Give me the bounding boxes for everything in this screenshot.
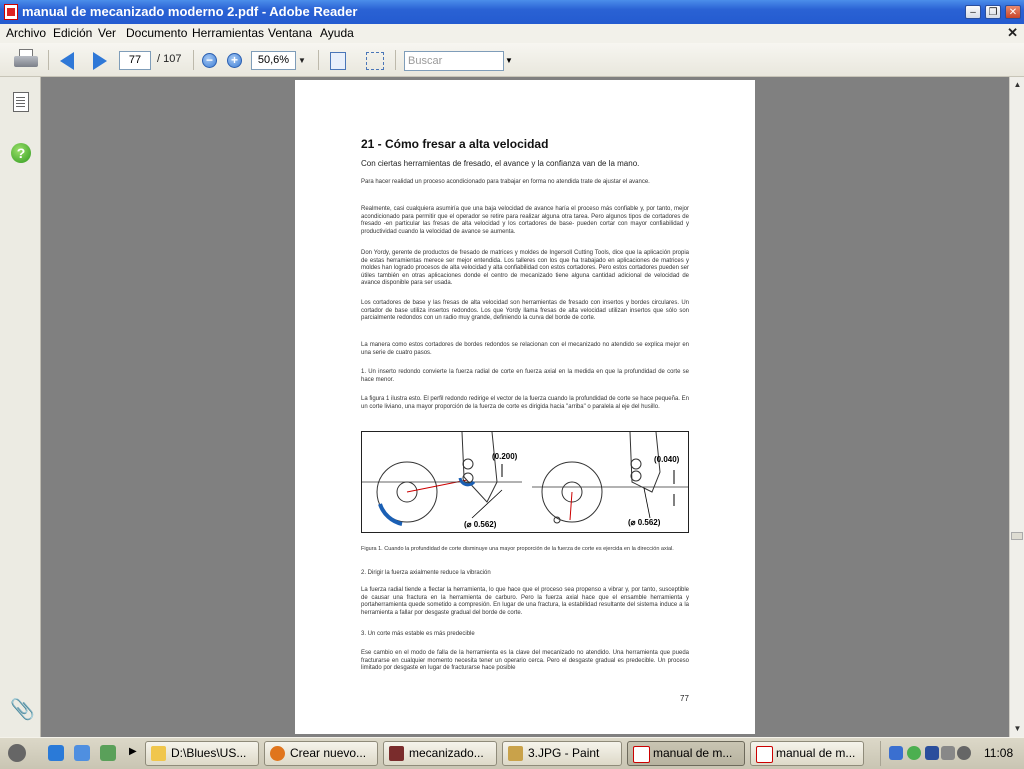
clock: 11:08 [984, 746, 1014, 760]
vertical-scrollbar[interactable]: ▲ ▼ [1009, 77, 1024, 737]
paragraph: 1. Un inserto redondo convierte la fuerz… [361, 369, 689, 383]
folder-icon [151, 746, 166, 761]
quicklaunch-expand-icon[interactable]: ▶ [129, 746, 137, 757]
help-icon[interactable]: ? [11, 143, 31, 163]
pdf-icon [633, 746, 650, 763]
menu-bar: Archivo Edición Ver Documento Herramient… [0, 24, 1024, 44]
messenger-icon[interactable] [100, 745, 116, 761]
scroll-up-icon[interactable]: ▲ [1011, 78, 1024, 92]
menu-herramientas[interactable]: Herramientas [192, 26, 264, 40]
paragraph: La fuerza radial tiende a flectar la her… [361, 587, 689, 616]
toolbar-separator [193, 50, 194, 70]
navigation-panel: ? 📎 [0, 77, 41, 737]
zoom-in-icon[interactable]: + [227, 53, 242, 68]
figure-label: (⌀ 0.562) [464, 520, 497, 529]
paragraph: Para hacer realidad un proceso acondicio… [361, 179, 650, 185]
figure-label: (⌀ 0.562) [628, 518, 661, 527]
taskbar-item[interactable]: manual de m... [750, 741, 864, 766]
page-title: 21 - Cómo fresar a alta velocidad [361, 137, 549, 151]
menu-ver[interactable]: Ver [98, 26, 116, 40]
fit-page-icon[interactable] [330, 52, 346, 70]
window-title: manual de mecanizado moderno 2.pdf - Ado… [22, 4, 358, 19]
paint-icon [508, 746, 523, 761]
menu-ayuda[interactable]: Ayuda [320, 26, 354, 40]
document-area[interactable]: 21 - Cómo fresar a alta velocidad Con ci… [41, 77, 1009, 737]
paragraph: Los cortadores de base y las fresas de a… [361, 300, 689, 321]
page-number-input[interactable]: 77 [119, 51, 151, 70]
network-icon[interactable] [889, 746, 903, 760]
taskbar: ▶ D:\Blues\US... Crear nuevo... mecaniza… [0, 737, 1024, 769]
paragraph: La figura 1 ilustra esto. El perfil redo… [361, 396, 689, 410]
pdf-icon [756, 746, 773, 763]
fit-width-icon[interactable] [366, 52, 384, 70]
figure-drawing: (0.200) (⌀ 0.562) (0.040) (⌀ 0.562) [362, 432, 688, 529]
taskbar-item[interactable]: 3.JPG - Paint [502, 741, 622, 766]
paragraph: Realmente, casi cualquiera asumiría que … [361, 206, 689, 235]
search-dropdown-icon[interactable]: ▼ [504, 51, 514, 71]
toolbar: 77 / 107 − + 50,6% ▼ Buscar ▼ [0, 43, 1024, 77]
pdf-page: 21 - Cómo fresar a alta velocidad Con ci… [295, 80, 755, 734]
next-page-icon[interactable] [93, 52, 107, 70]
page-total-label: / 107 [157, 53, 182, 65]
pages-icon[interactable] [13, 92, 29, 112]
page-subtitle: Con ciertas herramientas de fresado, el … [361, 159, 640, 168]
toolbar-separator [48, 50, 49, 70]
adobe-reader-icon [4, 4, 18, 20]
zoom-out-icon[interactable]: − [202, 53, 217, 68]
title-bar: manual de mecanizado moderno 2.pdf - Ado… [0, 0, 1024, 24]
winrar-icon [389, 746, 404, 761]
taskbar-item[interactable]: mecanizado... [383, 741, 497, 766]
paragraph: La manera como estos cortadores de borde… [361, 342, 689, 356]
menu-ventana[interactable]: Ventana [268, 26, 312, 40]
search-input[interactable]: Buscar [404, 51, 504, 71]
attachment-icon[interactable]: 📎 [10, 697, 35, 722]
messenger-tray-icon[interactable] [907, 746, 921, 760]
paragraph: Ese cambio en el modo de falla de la her… [361, 650, 689, 671]
quicklaunch-icon[interactable] [74, 745, 90, 761]
scroll-down-icon[interactable]: ▼ [1011, 722, 1024, 736]
menu-documento[interactable]: Documento [126, 26, 187, 40]
menu-edicion[interactable]: Edición [53, 26, 92, 40]
volume-icon[interactable] [941, 746, 955, 760]
zoom-dropdown-icon[interactable]: ▼ [296, 51, 308, 70]
section-heading: 2. Dirigir la fuerza axialmente reduce l… [361, 570, 491, 576]
minimize-button[interactable]: – [965, 5, 981, 19]
scroll-thumb[interactable] [1011, 532, 1023, 540]
menu-archivo[interactable]: Archivo [6, 26, 46, 40]
ie-icon[interactable] [48, 745, 64, 761]
figure-label: (0.200) [492, 452, 518, 461]
toolbar-separator [395, 50, 396, 70]
start-icon[interactable] [8, 744, 26, 762]
taskbar-item[interactable]: D:\Blues\US... [145, 741, 259, 766]
taskbar-item[interactable]: Crear nuevo... [264, 741, 378, 766]
restore-button[interactable]: ❐ [985, 5, 1001, 19]
security-icon[interactable] [925, 746, 939, 760]
firefox-icon [270, 746, 285, 761]
page-number: 77 [680, 694, 689, 703]
prev-page-icon[interactable] [60, 52, 74, 70]
taskbar-item-active[interactable]: manual de m... [627, 741, 745, 766]
zoom-level-input[interactable]: 50,6% [251, 51, 296, 70]
tray-app-icon[interactable] [957, 746, 971, 760]
figure-caption: Figura 1. Cuando la profundidad de corte… [361, 546, 674, 552]
printer-icon[interactable] [14, 49, 38, 70]
close-window-button[interactable]: ✕ [1005, 5, 1021, 19]
close-document-icon[interactable]: ✕ [1007, 25, 1018, 41]
section-heading: 3. Un corte más estable es más predecibl… [361, 631, 475, 637]
figure-label: (0.040) [654, 455, 680, 464]
paragraph: Don Yordy, gerente de productos de fresa… [361, 250, 689, 286]
toolbar-separator [318, 50, 319, 70]
figure-1: (0.200) (⌀ 0.562) (0.040) (⌀ 0.562) [361, 431, 689, 533]
